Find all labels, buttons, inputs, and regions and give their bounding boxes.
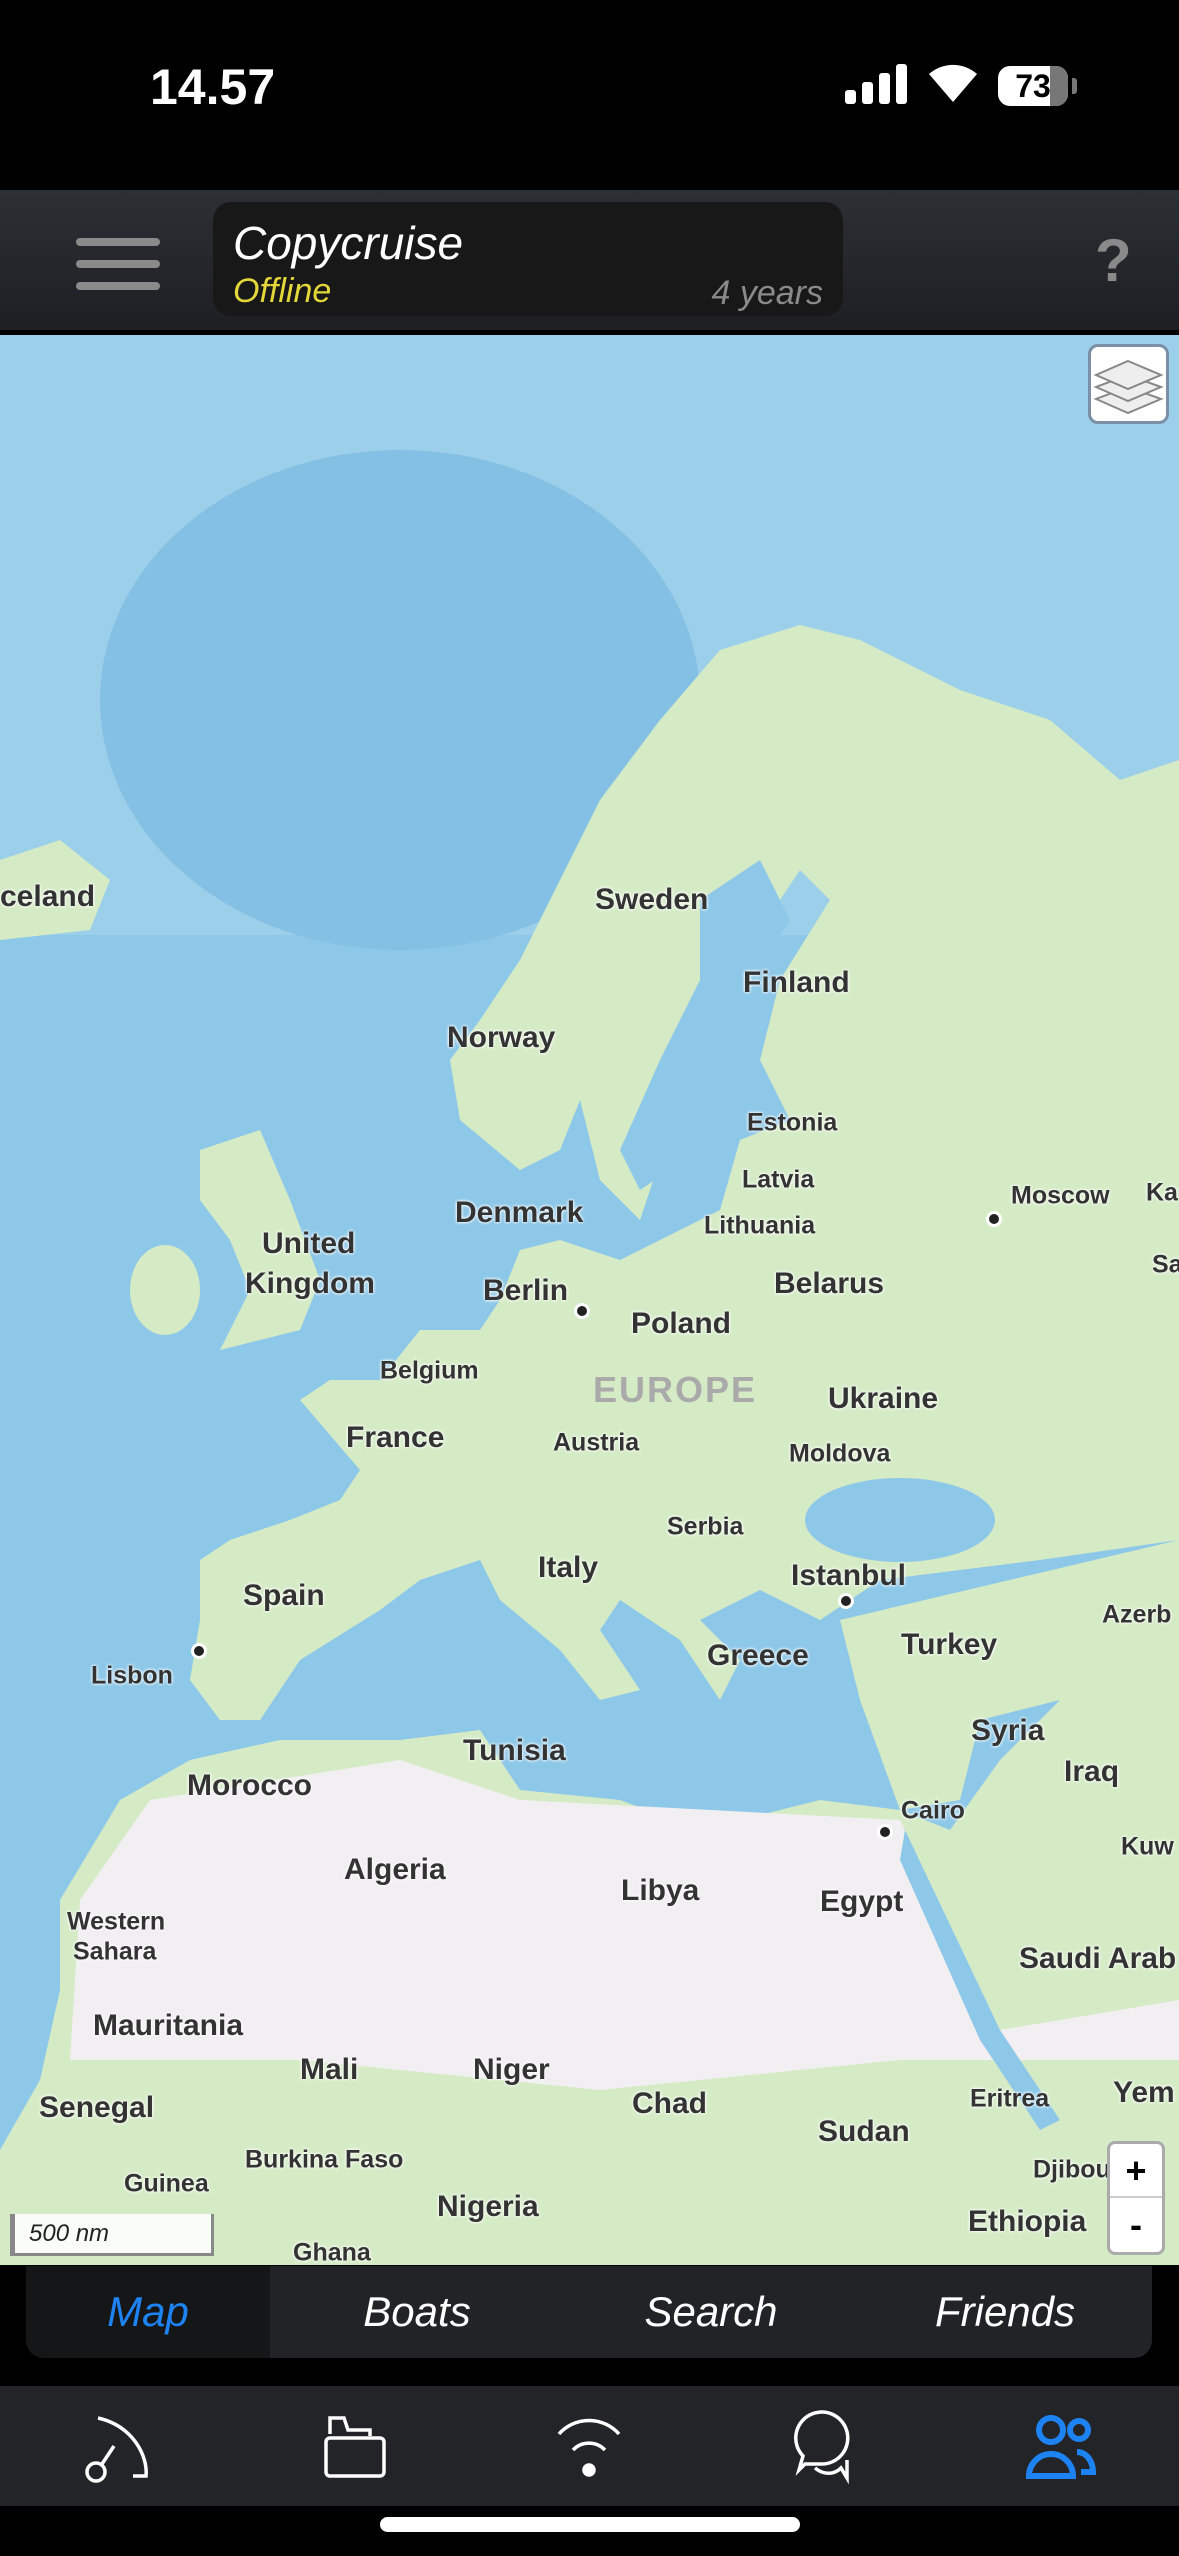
map-label: Poland [631,1307,732,1340]
map-label: Yem [1113,2076,1175,2109]
map-label: Mali [300,2053,359,2086]
bottom-navigation [0,2386,1179,2506]
wifi-icon [929,64,977,102]
map-label: France [346,1421,445,1454]
connection-status: Offline [233,272,332,310]
map-label: Greece [707,1639,809,1672]
map-label: Kuw [1121,1832,1174,1861]
map-label: Belarus [774,1267,885,1300]
zoom-out-button[interactable]: - [1110,2198,1162,2252]
map-label: Guinea [124,2169,209,2198]
map-label: Saudi Arab [1019,1942,1177,1975]
city-marker-lisbon [191,1643,207,1659]
boat-name: Copycruise [233,217,464,269]
map-label: Burkina Faso [245,2145,404,2174]
map-label: Italy [538,1551,599,1584]
battery-level: 73 [1015,67,1051,104]
map-label: Istanbul [791,1559,907,1592]
signal-icon[interactable] [549,2406,629,2486]
city-marker-istanbul [838,1593,854,1609]
map-label: Denmark [455,1196,584,1229]
help-button[interactable]: ? [1095,226,1132,295]
route-icon[interactable] [78,2406,158,2486]
zoom-in-button[interactable]: + [1110,2144,1162,2198]
map-label: Spain [243,1579,325,1612]
map-label: Iraq [1064,1755,1120,1788]
map-label: Azerb [1102,1600,1172,1629]
map-label: Moscow [1011,1181,1110,1210]
map-label: Algeria [344,1853,446,1886]
map-label: Eritrea [970,2084,1050,2113]
map-label: Ka [1146,1178,1178,1207]
map-label: Latvia [742,1165,815,1194]
map-label: Sahara [73,1937,157,1966]
map-label: Western [67,1907,166,1936]
map-view[interactable]: celand Sweden Finland Norway Estonia Latvia Li… [0,335,1179,2265]
map-label: United [262,1227,356,1260]
clock: 14.57 [150,59,276,115]
map-label: Tunisia [463,1734,566,1767]
tab-boats[interactable]: Boats [270,2266,564,2358]
map-label: Djibou [1033,2155,1111,2184]
map-label: Kingdom [245,1267,375,1300]
black-sea [805,1478,995,1562]
city-marker-moscow [986,1211,1002,1227]
map-label: Lisbon [91,1661,173,1690]
map-label: Berlin [483,1274,569,1307]
layers-icon [1093,359,1164,415]
map-label: Nigeria [437,2190,539,2223]
segmented-tabs: Map Boats Search Friends [26,2266,1152,2358]
map-label: Sa [1152,1250,1179,1279]
tab-friends[interactable]: Friends [858,2266,1152,2358]
map-label: Lithuania [704,1211,816,1240]
map-label: Estonia [747,1108,838,1137]
map-label: Niger [473,2053,550,2086]
map-label: celand [0,880,96,913]
map-label: Chad [632,2087,707,2120]
map-label: Austria [553,1428,640,1457]
chat-icon[interactable] [785,2406,865,2486]
map-label: Ethiopia [968,2205,1087,2238]
map-label: Libya [621,1874,700,1907]
home-indicator [380,2517,800,2532]
map-label: Sudan [818,2115,910,2148]
scale-bar: 500 nm [10,2214,214,2256]
map-label: Moldova [789,1439,891,1468]
map-label: Turkey [901,1628,998,1661]
map-label: Syria [971,1714,1045,1747]
cellular-signal-icon [845,62,907,104]
folder-icon[interactable] [314,2406,394,2486]
map-label: Serbia [667,1512,744,1541]
status-bar: 14.57 73 [0,0,1179,190]
hamburger-menu-icon[interactable] [76,238,160,304]
map-label: Finland [743,966,850,999]
city-marker-berlin [574,1303,590,1319]
map-label: EUROPE [593,1369,758,1410]
map-label: Belgium [380,1356,479,1385]
map-label: Sweden [595,883,709,916]
map-label: Norway [447,1021,556,1054]
map-tiles [0,335,1179,2265]
map-label: Ukraine [828,1382,939,1415]
last-seen-age: 4 years [711,274,824,312]
zoom-control: + - [1107,2141,1165,2255]
battery-icon: 73 [998,66,1068,106]
map-label: Mauritania [93,2009,244,2042]
city-marker-cairo [877,1824,893,1840]
layers-button[interactable] [1088,344,1169,424]
map-label: Cairo [901,1796,965,1825]
tab-search[interactable]: Search [564,2266,858,2358]
tab-map[interactable]: Map [26,2266,270,2358]
map-label: Egypt [820,1885,904,1918]
map-label: Senegal [39,2091,155,2124]
map-label: Morocco [187,1769,313,1802]
friends-icon[interactable] [1021,2406,1101,2486]
map-label: Ghana [293,2238,371,2266]
land-ireland [130,1245,200,1335]
boat-status-box[interactable]: Copycruise Offline 4 years [213,202,843,316]
header: Copycruise Offline 4 years ? [0,190,1179,330]
